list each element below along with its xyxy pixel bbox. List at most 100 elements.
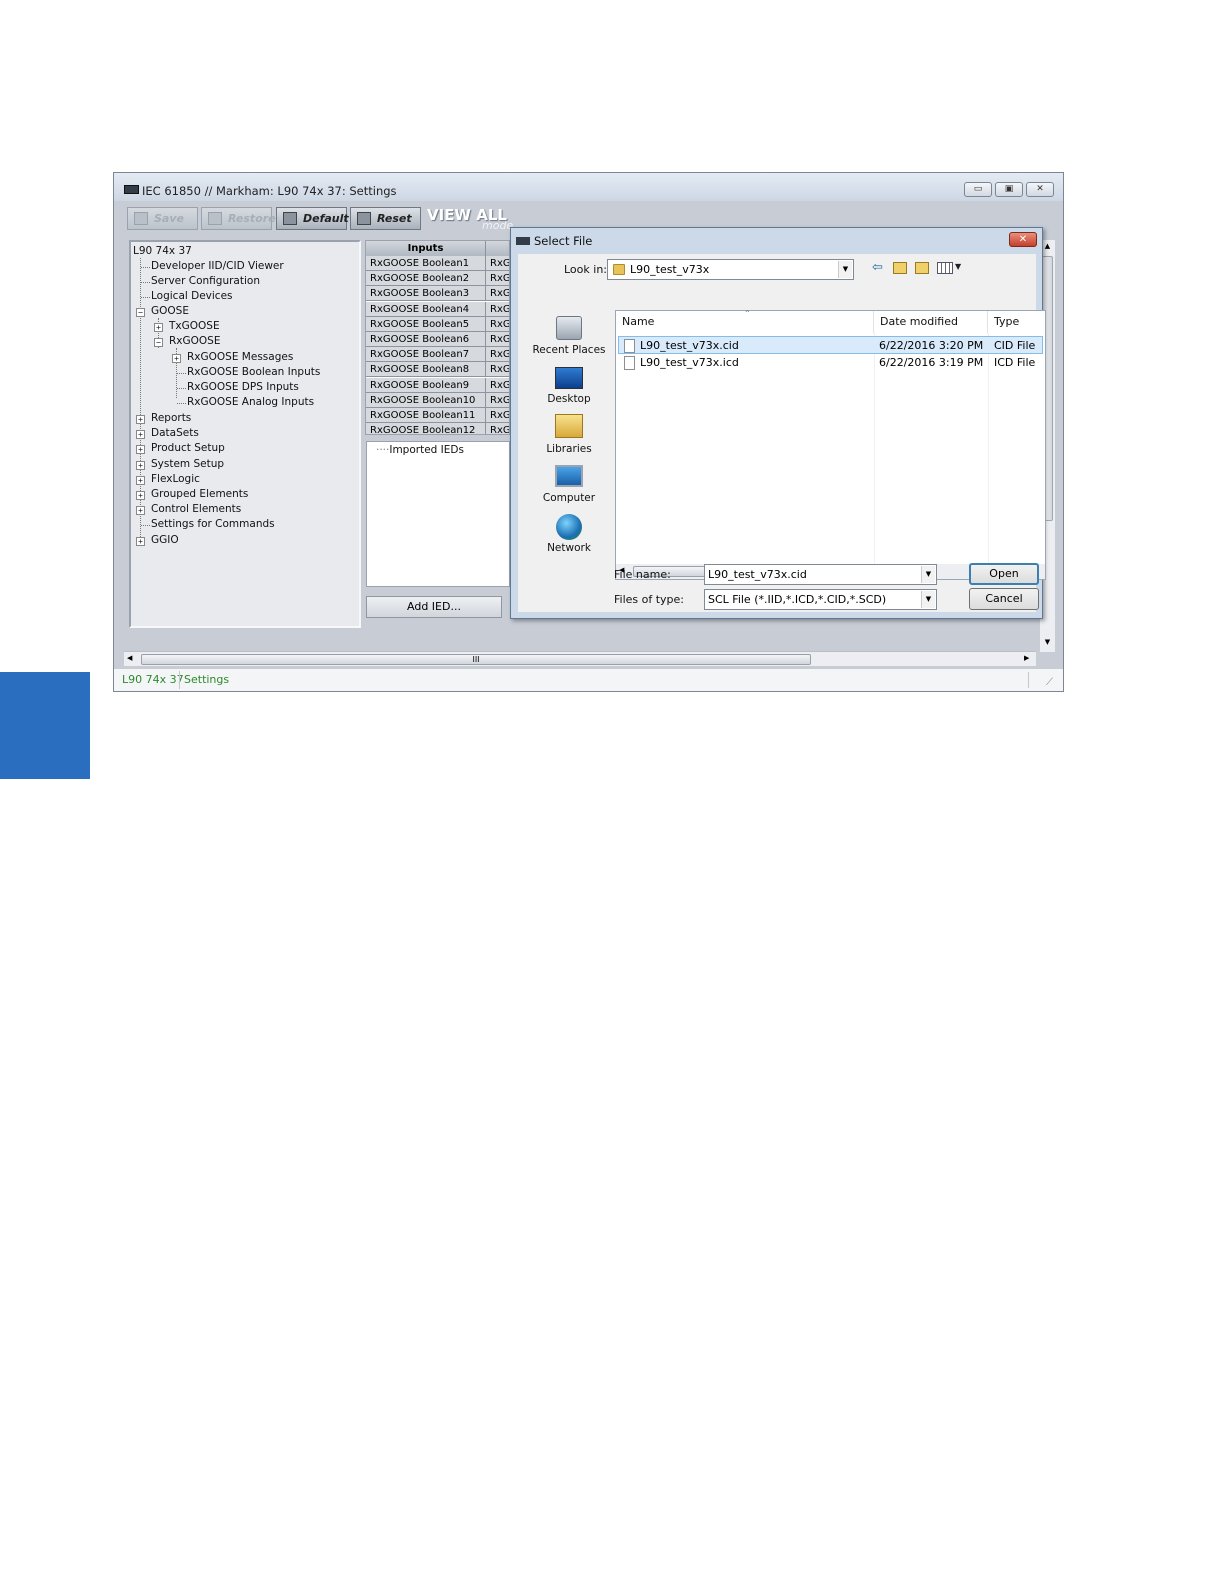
tree-item-logical-devices[interactable]: Logical Devices (151, 290, 233, 302)
tree-item-settings-for-commands[interactable]: Settings for Commands (151, 518, 275, 530)
window-app-icon (124, 185, 139, 194)
close-button[interactable]: ✕ (1026, 182, 1054, 197)
dialog-close-button[interactable]: ✕ (1009, 232, 1037, 247)
horizontal-scroll-thumb[interactable]: III (141, 654, 811, 665)
grid-row[interactable]: RxGOOSE Boolean5 RxG (366, 316, 509, 332)
tree-item-ggio[interactable]: GGIO (151, 534, 179, 546)
tree-item-rxgoose-messages[interactable]: RxGOOSE Messages (187, 351, 293, 363)
tree-item-rxgoose-boolean-inputs[interactable]: RxGOOSE Boolean Inputs (187, 366, 320, 378)
grid-row[interactable]: RxGOOSE Boolean8 RxG (366, 362, 509, 378)
tree-item-rxgoose[interactable]: RxGOOSE (169, 335, 220, 347)
tree-item-system-setup[interactable]: System Setup (151, 458, 224, 470)
tree-item-flexlogic[interactable]: FlexLogic (151, 473, 200, 485)
column-header-type[interactable]: Type (988, 311, 1045, 333)
up-folder-icon[interactable] (893, 262, 907, 274)
place-recent-places[interactable] (528, 316, 610, 340)
column-header-date-modified[interactable]: Date modified (874, 311, 988, 333)
expand-icon[interactable]: + (136, 430, 145, 439)
open-button[interactable]: Open (969, 563, 1039, 585)
grid-cell-input-value[interactable]: RxG (486, 271, 509, 286)
scroll-up-icon[interactable]: ▲ (1042, 242, 1053, 252)
scroll-down-icon[interactable]: ▼ (1042, 638, 1053, 648)
look-in-combo[interactable]: L90_test_v73x ▼ (607, 259, 854, 280)
grid-cell-input-value[interactable]: RxG (486, 286, 509, 301)
tree-root[interactable]: L90 74x 37 (133, 245, 192, 257)
tree-item-rxgoose-dps-inputs[interactable]: RxGOOSE DPS Inputs (187, 381, 299, 393)
scroll-left-icon[interactable]: ◀ (127, 654, 132, 662)
expand-icon[interactable]: + (136, 476, 145, 485)
grid-cell-input-value[interactable]: RxG (486, 317, 509, 332)
grid-row[interactable]: RxGOOSE Boolean9 RxG (366, 377, 509, 393)
grid-cell-input-value[interactable]: RxG (486, 393, 509, 408)
expand-icon[interactable]: + (136, 537, 145, 546)
grid-row[interactable]: RxGOOSE Boolean12 RxG (366, 423, 509, 434)
grid-cell-input-value[interactable]: RxG (486, 302, 509, 317)
grid-row[interactable]: RxGOOSE Boolean3 RxG (366, 286, 509, 302)
resize-grip-icon[interactable]: ⟋ (1046, 677, 1053, 688)
restore-button[interactable]: Restore (201, 207, 276, 230)
scroll-right-icon[interactable]: ▶ (1024, 654, 1029, 662)
expand-icon[interactable]: + (136, 491, 145, 500)
expand-icon[interactable]: + (136, 445, 145, 454)
place-computer[interactable] (528, 465, 610, 487)
default-button[interactable]: Default (276, 207, 349, 230)
expand-icon[interactable]: + (136, 506, 145, 515)
grid-cell-input-value[interactable]: RxG (486, 362, 509, 377)
view-dropdown-icon[interactable]: ▼ (955, 262, 961, 271)
tree-item-txgoose[interactable]: TxGOOSE (169, 320, 220, 332)
grid-row[interactable]: RxGOOSE Boolean6 RxG (366, 332, 509, 347)
collapse-icon[interactable]: − (136, 308, 145, 317)
files-of-type-select[interactable]: SCL File (*.IID,*.ICD,*.CID,*.SCD) ▼ (704, 589, 937, 610)
grid-cell-input-value[interactable]: RxG (486, 423, 509, 434)
grid-row[interactable]: RxGOOSE Boolean4 RxG (366, 301, 509, 317)
chevron-down-icon: ▼ (838, 261, 852, 278)
tree-item-datasets[interactable]: DataSets (151, 427, 199, 439)
view-menu-icon[interactable] (937, 262, 953, 274)
grid-cell-input-name: RxGOOSE Boolean4 (366, 301, 486, 317)
cancel-button[interactable]: Cancel (969, 588, 1039, 610)
grid-cell-input-value[interactable]: RxG (486, 256, 509, 271)
place-libraries[interactable] (528, 414, 610, 438)
tree-item-server-configuration[interactable]: Server Configuration (151, 275, 260, 287)
file-name-input[interactable]: L90_test_v73x.cid ▼ (704, 564, 937, 585)
file-name: L90_test_v73x.cid (640, 339, 739, 352)
expand-icon[interactable]: + (172, 354, 181, 363)
place-desktop[interactable] (528, 367, 610, 389)
collapse-icon[interactable]: − (154, 338, 163, 347)
maximize-button[interactable]: ▣ (995, 182, 1023, 197)
expand-icon[interactable]: + (136, 415, 145, 424)
file-row[interactable]: L90_test_v73x.cid 6/22/2016 3:20 PM CID … (618, 336, 1043, 354)
grid-row[interactable]: RxGOOSE Boolean10 RxG (366, 392, 509, 408)
minimize-button[interactable]: ▭ (964, 182, 992, 197)
tree-item-rxgoose-analog-inputs[interactable]: RxGOOSE Analog Inputs (187, 396, 314, 408)
look-in-label: Look in: (564, 263, 607, 276)
expand-icon[interactable]: + (136, 461, 145, 470)
expand-icon[interactable]: + (154, 323, 163, 332)
back-icon[interactable]: ⇦ (872, 260, 883, 275)
grid-cell-input-value[interactable]: RxG (486, 332, 509, 347)
grid-row[interactable]: RxGOOSE Boolean1 RxG (366, 256, 509, 271)
tree-item-control-elements[interactable]: Control Elements (151, 503, 241, 515)
place-label: Network (547, 542, 591, 554)
chevron-down-icon: ▼ (921, 566, 935, 583)
file-row[interactable]: L90_test_v73x.icd 6/22/2016 3:19 PM ICD … (618, 354, 1043, 372)
place-network[interactable] (528, 514, 610, 540)
main-horizontal-scrollbar[interactable]: ◀ III ▶ (124, 651, 1036, 666)
add-ied-button[interactable]: Add IED... (366, 596, 502, 618)
new-folder-icon[interactable] (915, 262, 929, 274)
tree-item-reports[interactable]: Reports (151, 412, 191, 424)
grid-row[interactable]: RxGOOSE Boolean7 RxG (366, 347, 509, 363)
reset-button[interactable]: Reset (350, 207, 421, 230)
tree-item-grouped-elements[interactable]: Grouped Elements (151, 488, 248, 500)
grid-cell-input-value[interactable]: RxG (486, 378, 509, 393)
tree-item-imported-ieds[interactable]: ····Imported IEDs (376, 444, 464, 456)
grid-row[interactable]: RxGOOSE Boolean2 RxG (366, 271, 509, 287)
grid-header-value (486, 241, 509, 256)
tree-item-goose[interactable]: GOOSE (151, 305, 189, 317)
tree-item-product-setup[interactable]: Product Setup (151, 442, 225, 454)
save-button[interactable]: Save (127, 207, 198, 230)
grid-row[interactable]: RxGOOSE Boolean11 RxG (366, 408, 509, 423)
grid-cell-input-value[interactable]: RxG (486, 408, 509, 423)
grid-cell-input-value[interactable]: RxG (486, 347, 509, 362)
tree-item-developer-viewer[interactable]: Developer IID/CID Viewer (151, 260, 284, 272)
